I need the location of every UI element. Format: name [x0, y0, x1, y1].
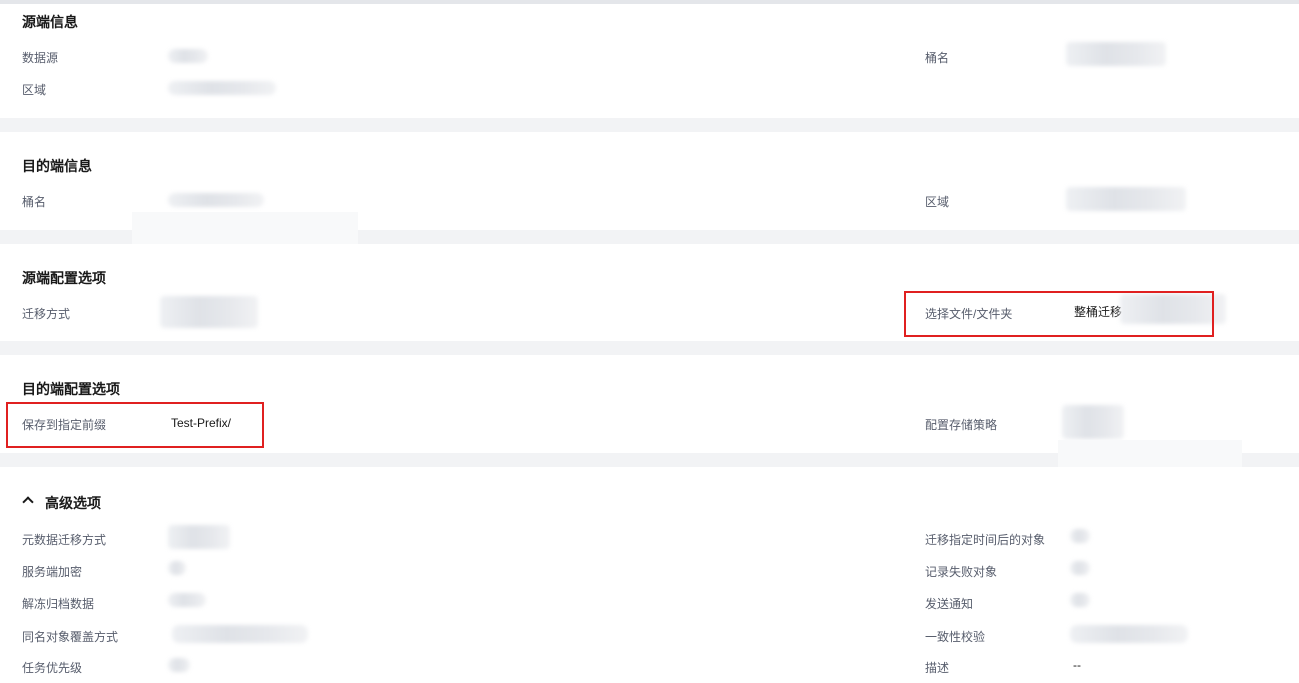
advanced-section: 高级选项 元数据迁移方式 迁移指定时间后的对象 服务端加密 记录失败对象 解冻归… [0, 467, 1299, 683]
migrate-after-time-label: 迁移指定时间后的对象 [925, 533, 1046, 547]
migrate-after-time-value-redacted [1070, 529, 1090, 543]
section-title: 源端配置选项 [22, 270, 106, 286]
server-encryption-label: 服务端加密 [22, 565, 83, 579]
source-info-section: 源端信息 数据源 桶名 区域 [0, 4, 1299, 118]
storage-policy-value-redacted [1062, 405, 1124, 439]
restore-archive-label: 解冻归档数据 [22, 597, 95, 611]
dest-region-value-redacted [1066, 187, 1186, 211]
section-title: 源端信息 [22, 14, 78, 30]
section-title-advanced[interactable]: 高级选项 [45, 493, 101, 513]
metadata-migration-label: 元数据迁移方式 [22, 533, 107, 547]
collapse-chevron-up-icon[interactable] [22, 496, 34, 508]
dest-bucket-label: 桶名 [22, 195, 47, 209]
section-title: 目的端信息 [22, 158, 92, 174]
storage-policy-label: 配置存储策略 [925, 418, 998, 432]
send-notification-value-redacted [1070, 593, 1090, 607]
send-notification-label: 发送通知 [925, 597, 974, 611]
description-value: -- [1073, 658, 1081, 672]
data-source-label: 数据源 [22, 51, 59, 65]
section-title: 目的端配置选项 [22, 381, 120, 397]
task-priority-label: 任务优先级 [22, 661, 83, 675]
overwrite-method-value-redacted [172, 625, 308, 643]
server-encryption-value-redacted [168, 561, 186, 575]
dest-region-label: 区域 [925, 195, 950, 209]
dest-bucket-value-redacted [168, 193, 264, 207]
task-priority-value-redacted [168, 658, 190, 672]
restore-archive-value-redacted [168, 593, 206, 607]
source-region-value-redacted [168, 81, 276, 95]
highlight-box-select-files [904, 291, 1214, 337]
highlight-box-save-prefix [6, 402, 264, 448]
record-failed-label: 记录失败对象 [925, 565, 998, 579]
description-label: 描述 [925, 661, 950, 675]
source-region-label: 区域 [22, 83, 47, 97]
record-failed-value-redacted [1070, 561, 1090, 575]
consistency-check-value-redacted [1070, 625, 1188, 643]
metadata-migration-value-redacted [168, 525, 230, 549]
source-bucket-label: 桶名 [925, 51, 950, 65]
migration-method-value-redacted [160, 296, 258, 328]
consistency-check-label: 一致性校验 [925, 630, 986, 644]
data-source-value-redacted [168, 49, 208, 63]
overwrite-method-label: 同名对象覆盖方式 [22, 630, 119, 644]
migration-method-label: 迁移方式 [22, 307, 71, 321]
source-bucket-value-redacted [1066, 42, 1166, 66]
